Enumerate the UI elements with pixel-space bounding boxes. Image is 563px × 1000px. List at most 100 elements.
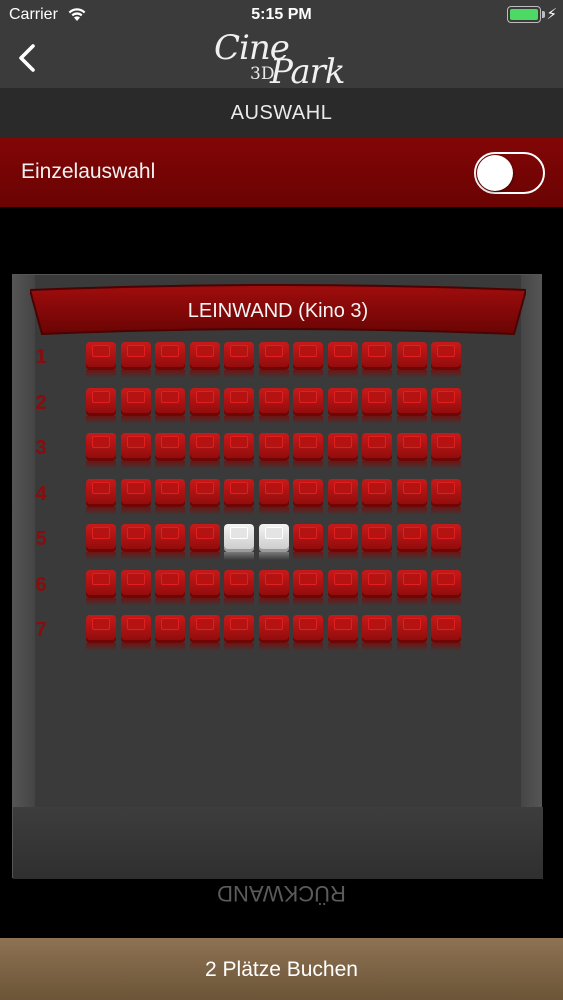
seat-shadow <box>224 461 254 469</box>
seat-free[interactable] <box>224 433 254 461</box>
seat-free[interactable] <box>431 615 461 643</box>
seat-free[interactable] <box>431 387 461 416</box>
seat-shadow <box>293 643 323 651</box>
seat-shadow <box>431 506 461 515</box>
seat-free[interactable] <box>120 342 151 370</box>
row-label: 4 <box>35 482 47 505</box>
seat-free[interactable] <box>431 433 461 461</box>
seat-free[interactable] <box>189 524 220 552</box>
seat-free[interactable] <box>86 387 116 416</box>
seat-free[interactable] <box>155 615 185 643</box>
seat-free[interactable] <box>327 615 358 643</box>
seat-free[interactable] <box>293 524 323 552</box>
seat-free[interactable] <box>120 569 151 598</box>
seat-shadow <box>362 552 392 560</box>
seat-free[interactable] <box>258 569 289 598</box>
seat-free[interactable] <box>258 387 289 416</box>
seat-free[interactable] <box>189 478 220 507</box>
seat-free[interactable] <box>224 615 254 643</box>
seat-free[interactable] <box>120 387 151 416</box>
seat-free[interactable] <box>293 478 323 507</box>
seat-shadow <box>155 506 185 515</box>
seat-free[interactable] <box>293 387 323 416</box>
battery-icon <box>507 6 541 23</box>
seat-free[interactable] <box>86 433 116 461</box>
seat-shadow <box>396 415 427 424</box>
seat-free[interactable] <box>327 569 358 598</box>
seat-free[interactable] <box>258 615 289 643</box>
seat-free[interactable] <box>189 433 220 461</box>
seat-free[interactable] <box>189 387 220 416</box>
seat-free[interactable] <box>431 569 461 598</box>
seat-shadow <box>224 506 254 515</box>
seat-free[interactable] <box>362 433 392 461</box>
seat-free[interactable] <box>155 387 185 416</box>
bolt-icon: ⚡ <box>546 6 557 23</box>
book-button[interactable]: 2 Plätze Buchen <box>0 938 563 1000</box>
seat-free[interactable] <box>362 342 392 370</box>
seat-selected[interactable] <box>258 524 289 552</box>
seat-shadow <box>258 597 289 606</box>
seat-free[interactable] <box>189 569 220 598</box>
seat-free[interactable] <box>189 615 220 643</box>
seat-free[interactable] <box>293 342 323 370</box>
seat-free[interactable] <box>396 433 427 461</box>
seat-free[interactable] <box>224 387 254 416</box>
seat-free[interactable] <box>86 615 116 643</box>
seat-free[interactable] <box>362 524 392 552</box>
seat-free[interactable] <box>327 524 358 552</box>
seat-free[interactable] <box>293 433 323 461</box>
seat-free[interactable] <box>86 569 116 598</box>
seat-free[interactable] <box>224 478 254 507</box>
seat-shadow <box>189 461 220 469</box>
seat-free[interactable] <box>396 387 427 416</box>
seat-free[interactable] <box>362 569 392 598</box>
seat-free[interactable] <box>327 433 358 461</box>
single-selection-toggle[interactable] <box>474 152 545 194</box>
seat-shadow <box>327 643 358 651</box>
seat-free[interactable] <box>431 524 461 552</box>
seat-free[interactable] <box>155 433 185 461</box>
seat-shadow <box>120 597 151 606</box>
seat-free[interactable] <box>224 342 254 370</box>
seat-free[interactable] <box>362 615 392 643</box>
seat-free[interactable] <box>293 615 323 643</box>
seat-free[interactable] <box>293 569 323 598</box>
back-button[interactable] <box>14 40 40 76</box>
seat-free[interactable] <box>327 387 358 416</box>
seat-shadow <box>224 597 254 606</box>
seat-free[interactable] <box>120 524 151 552</box>
seat-free[interactable] <box>327 478 358 507</box>
seat-free[interactable] <box>189 342 220 370</box>
seat-free[interactable] <box>86 524 116 552</box>
seat-free[interactable] <box>258 433 289 461</box>
seat-free[interactable] <box>327 342 358 370</box>
seat-free[interactable] <box>155 342 185 370</box>
seat-free[interactable] <box>431 342 461 370</box>
seat-free[interactable] <box>155 569 185 598</box>
seat-free[interactable] <box>120 433 151 461</box>
seat-free[interactable] <box>86 478 116 507</box>
seat-free[interactable] <box>396 524 427 552</box>
seat-free[interactable] <box>120 615 151 643</box>
seat-free[interactable] <box>396 342 427 370</box>
seat-shadow <box>258 506 289 515</box>
seat-free[interactable] <box>258 478 289 507</box>
seat-free[interactable] <box>431 478 461 507</box>
seat-free[interactable] <box>86 342 116 370</box>
seat-free[interactable] <box>396 569 427 598</box>
seat-free[interactable] <box>258 342 289 370</box>
seat-shadow <box>86 370 116 378</box>
seat-selected[interactable] <box>224 524 254 552</box>
seat-free[interactable] <box>396 478 427 507</box>
seat-free[interactable] <box>362 387 392 416</box>
seat-free[interactable] <box>120 478 151 507</box>
seat-shadow <box>189 415 220 424</box>
hall-right-wall <box>519 275 541 879</box>
seat-shadow <box>120 370 151 378</box>
seat-free[interactable] <box>362 478 392 507</box>
seat-free[interactable] <box>155 524 185 552</box>
seat-free[interactable] <box>155 478 185 507</box>
seat-free[interactable] <box>224 569 254 598</box>
seat-free[interactable] <box>396 615 427 643</box>
